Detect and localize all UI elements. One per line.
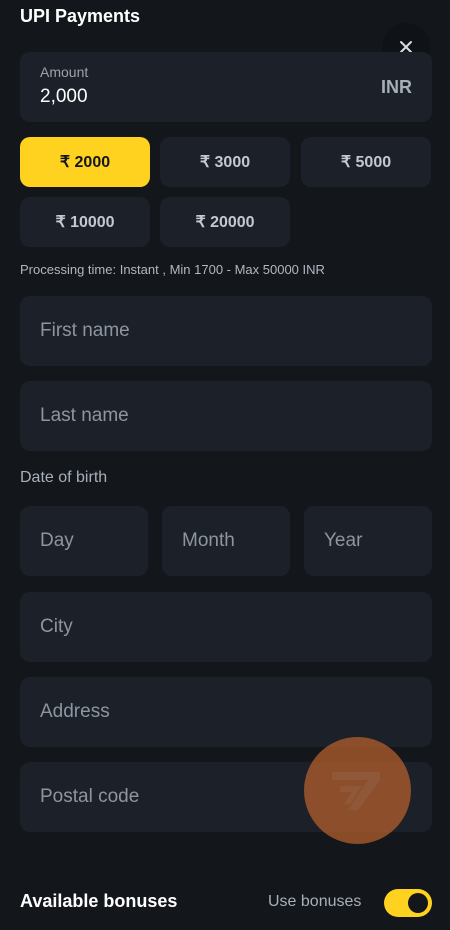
- month-field[interactable]: [162, 506, 290, 576]
- last-name-field[interactable]: [20, 381, 432, 451]
- preset-3000-button[interactable]: ₹ 3000: [160, 137, 290, 187]
- first-name-field[interactable]: [20, 296, 432, 366]
- processing-info: Processing time: Instant , Min 1700 - Ma…: [20, 262, 325, 277]
- day-field[interactable]: [20, 506, 148, 576]
- year-input[interactable]: [324, 530, 432, 552]
- bonuses-title: Available bonuses: [20, 891, 178, 911]
- amount-value[interactable]: 2,000: [40, 86, 88, 108]
- preset-5000-button[interactable]: ₹ 5000: [301, 137, 431, 187]
- use-bonuses-toggle[interactable]: [384, 889, 432, 917]
- preset-2000-button[interactable]: ₹ 2000: [20, 137, 150, 187]
- address-input[interactable]: [40, 701, 432, 723]
- toggle-knob: [408, 893, 428, 913]
- use-bonuses-label: Use bonuses: [268, 893, 362, 910]
- city-input[interactable]: [40, 616, 432, 638]
- amount-field[interactable]: Amount 2,000 INR: [20, 52, 432, 122]
- address-field[interactable]: [20, 677, 432, 747]
- month-input[interactable]: [182, 530, 290, 552]
- day-input[interactable]: [40, 530, 148, 552]
- currency-label: INR: [381, 77, 412, 97]
- amount-label: Amount: [40, 64, 89, 80]
- brand-logo-watermark: [304, 737, 411, 844]
- logo-icon: [331, 771, 380, 810]
- dob-label: Date of birth: [20, 469, 108, 486]
- year-field[interactable]: [304, 506, 432, 576]
- last-name-input[interactable]: [40, 405, 432, 427]
- preset-10000-button[interactable]: ₹ 10000: [20, 197, 150, 247]
- preset-20000-button[interactable]: ₹ 20000: [160, 197, 290, 247]
- page-title: UPI Payments: [20, 6, 141, 26]
- first-name-input[interactable]: [40, 320, 432, 342]
- city-field[interactable]: [20, 592, 432, 662]
